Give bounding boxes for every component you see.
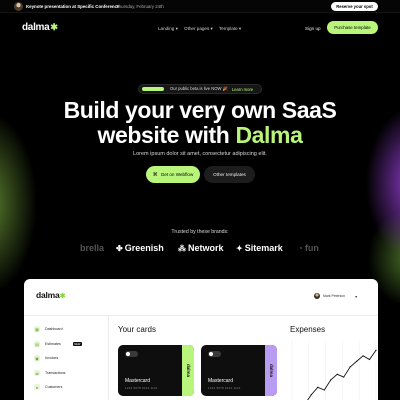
announcement-title: Keynote presentation at Specific Confere…	[26, 4, 120, 9]
logo[interactable]: dalma✱	[22, 22, 58, 33]
user-avatar	[314, 293, 320, 299]
expenses-point	[349, 366, 351, 368]
header-divider	[24, 315, 378, 316]
card-toggle[interactable]	[125, 351, 138, 357]
expenses-point	[330, 379, 332, 381]
sidebar-item-invoices[interactable]: ▣ Invoices	[34, 354, 58, 362]
card-name: Mastercard	[208, 378, 234, 384]
signup-link[interactable]: Sign up	[305, 26, 321, 31]
card-name: Mastercard	[125, 378, 151, 384]
reserve-spot-button[interactable]: Reserve your spot	[331, 2, 378, 11]
expenses-point	[310, 394, 312, 396]
announcement-date: Thursday, February 24th	[116, 4, 164, 9]
sidebar-divider	[108, 315, 109, 400]
card-1[interactable]: Mastercard 1234 5678 9101 1121 dalma	[118, 345, 194, 396]
top-nav: dalma✱ Landing ▾ Other pages ▾ Template …	[0, 13, 400, 43]
card-toggle[interactable]	[208, 351, 221, 357]
expenses-point	[336, 373, 338, 375]
sidebar-item-estimates[interactable]: ▤ Estimates NEW	[34, 340, 82, 348]
your-cards-title: Your cards	[118, 325, 156, 334]
greenish-icon: ✤	[116, 243, 123, 253]
sidebar-item-dashboard[interactable]: ▦ Dashboard	[34, 325, 63, 333]
purchase-template-button[interactable]: Purchase template	[327, 21, 378, 34]
expenses-point	[317, 386, 319, 388]
expenses-line	[307, 350, 377, 400]
card-number: 1234 5678 9101 1121	[125, 386, 158, 390]
background-glow	[0, 43, 400, 303]
file-icon: ▤	[34, 341, 40, 347]
user-name: Mark Peterson	[323, 294, 346, 298]
users-icon: ●	[34, 384, 40, 390]
brand-greenish: ✤ Greenish	[116, 243, 164, 253]
grid-icon: ▦	[34, 326, 40, 332]
new-badge: NEW	[72, 342, 82, 346]
network-icon: ⁂	[178, 243, 186, 253]
dashboard-preview: dalma✱ Mark Peterson ▾ ▦ Dashboard ▤ Estima…	[24, 279, 378, 400]
webflow-icon: ⌘	[152, 171, 158, 178]
card-strip: dalma	[182, 345, 194, 396]
user-menu[interactable]: Mark Peterson ▾	[314, 293, 357, 299]
sitemark-icon: ✦	[236, 243, 243, 253]
expenses-point	[356, 360, 358, 362]
sidebar-item-customers[interactable]: ● Customers	[34, 383, 62, 391]
expenses-chart	[291, 341, 377, 400]
nav-template[interactable]: Template ▾	[219, 26, 241, 32]
card-2[interactable]: Mastercard 1234 5678 9101 1121 dalma	[201, 345, 277, 396]
expenses-title: Expenses	[290, 325, 326, 334]
card-strip: dalma	[265, 345, 277, 396]
hero-subtitle: Lorem ipsum dolor sit amet, consectetur …	[133, 151, 267, 157]
nav-landing[interactable]: Landing ▾	[158, 26, 178, 32]
hero-title: Build your very own SaaS website with Da…	[0, 98, 400, 148]
spark-icon: ✱	[59, 293, 66, 300]
cta-primary-label: Get on Webflow	[160, 172, 194, 177]
announcement-bar: Keynote presentation at Specific Confere…	[0, 0, 400, 13]
learn-more-link[interactable]: Learn more	[232, 87, 253, 92]
receipt-icon: ▣	[34, 355, 40, 361]
hero-title-line2: website with Dalma	[0, 123, 400, 148]
brand-sitemark: ✦ Sitemark	[236, 243, 283, 253]
fun-icon: ◔	[298, 243, 303, 253]
expenses-point	[362, 355, 364, 357]
brand-logos: brella ✤ Greenish ⁂ Network ✦ Sitemark ◔ fun	[0, 243, 400, 257]
pill-text: Our public beta is live NOW 🎉	[170, 86, 228, 91]
brand-network: ⁂ Network	[178, 243, 224, 253]
trusted-label: Trusted by these brands:	[171, 229, 229, 235]
logo-text: dalma	[22, 22, 50, 33]
dashboard-logo: dalma✱	[36, 290, 66, 300]
expenses-point	[375, 349, 377, 351]
chevron-down-icon: ▾	[355, 293, 358, 299]
hero-title-line1: Build your very own SaaS	[63, 97, 337, 123]
other-templates-button[interactable]: Other templates	[204, 166, 255, 183]
swap-icon: ⇄	[34, 370, 40, 376]
hero-title-prefix: website with	[97, 122, 236, 148]
get-on-webflow-button[interactable]: ⌘ Get on Webflow	[146, 166, 200, 183]
nav-other-pages[interactable]: Other pages ▾	[184, 26, 213, 32]
spark-icon: ✱	[50, 22, 58, 32]
pill-accent-bar	[142, 87, 164, 91]
card-number: 1234 5678 9101 1121	[208, 386, 241, 390]
beta-pill[interactable]: Our public beta is live NOW 🎉 Learn more	[138, 84, 262, 94]
sidebar-item-transactions[interactable]: ⇄ Transactions	[34, 369, 65, 377]
speaker-avatar	[14, 2, 23, 11]
brand-fun: ◔ fun	[298, 243, 319, 253]
brand-brella: brella	[80, 243, 105, 253]
expenses-point	[323, 389, 325, 391]
expenses-point	[368, 358, 371, 361]
expenses-point	[343, 376, 345, 378]
hero-title-accent: Dalma	[235, 122, 303, 148]
